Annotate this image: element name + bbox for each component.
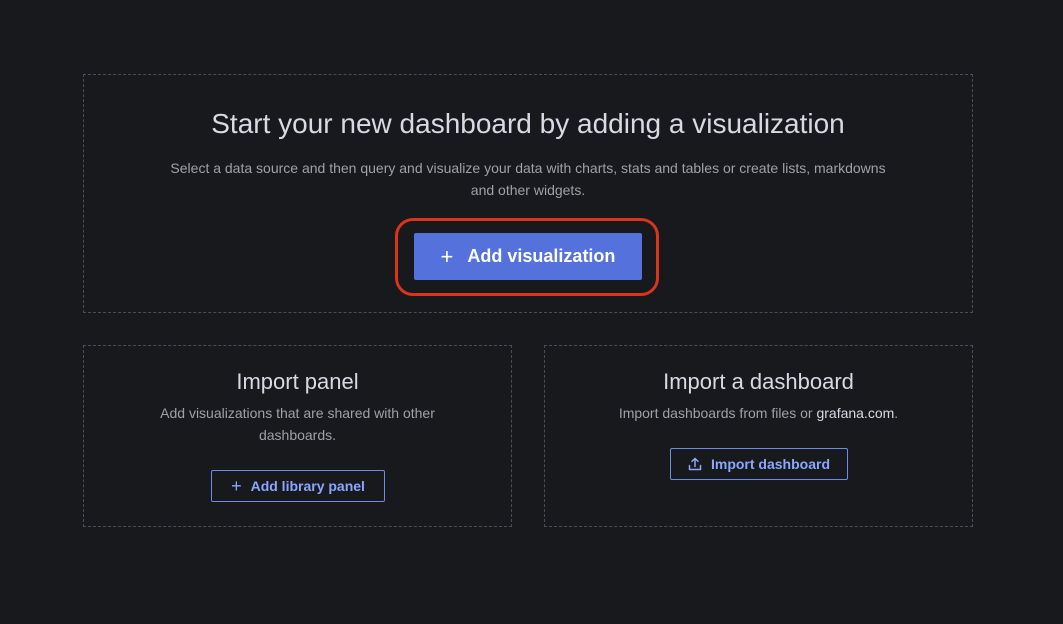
upload-icon (688, 457, 702, 471)
import-dashboard-button[interactable]: Import dashboard (670, 448, 848, 480)
import-dashboard-label: Import dashboard (710, 456, 830, 472)
plus-icon: + (440, 243, 454, 269)
import-panel-card: Import panel Add visualizations that are… (83, 345, 512, 527)
plus-icon: + (231, 476, 242, 496)
add-library-panel-label: Add library panel (250, 478, 365, 494)
import-panel-description: Add visualizations that are shared with … (160, 405, 435, 443)
import-panel-title: Import panel (236, 369, 359, 394)
import-dashboard-description-text: Import dashboards from files or (618, 405, 817, 421)
add-visualization-label: Add visualization (467, 246, 616, 266)
import-dashboard-title: Import a dashboard (663, 369, 854, 394)
main-title: Start your new dashboard by adding a vis… (211, 108, 845, 139)
import-dashboard-description: Import dashboards from files or grafana.… (585, 402, 932, 424)
empty-dashboard-page: Start your new dashboard by adding a vis… (0, 0, 1063, 624)
import-dashboard-description-suffix: . (894, 405, 899, 421)
import-dashboard-card: Import a dashboard Import dashboards fro… (544, 345, 973, 527)
add-visualization-card: Start your new dashboard by adding a vis… (83, 74, 973, 313)
add-visualization-button[interactable]: + Add visualization (414, 233, 642, 280)
add-library-panel-button[interactable]: + Add library panel (211, 470, 385, 502)
main-description: Select a data source and then query and … (170, 160, 886, 198)
grafana-com-link[interactable]: grafana.com (816, 405, 894, 421)
